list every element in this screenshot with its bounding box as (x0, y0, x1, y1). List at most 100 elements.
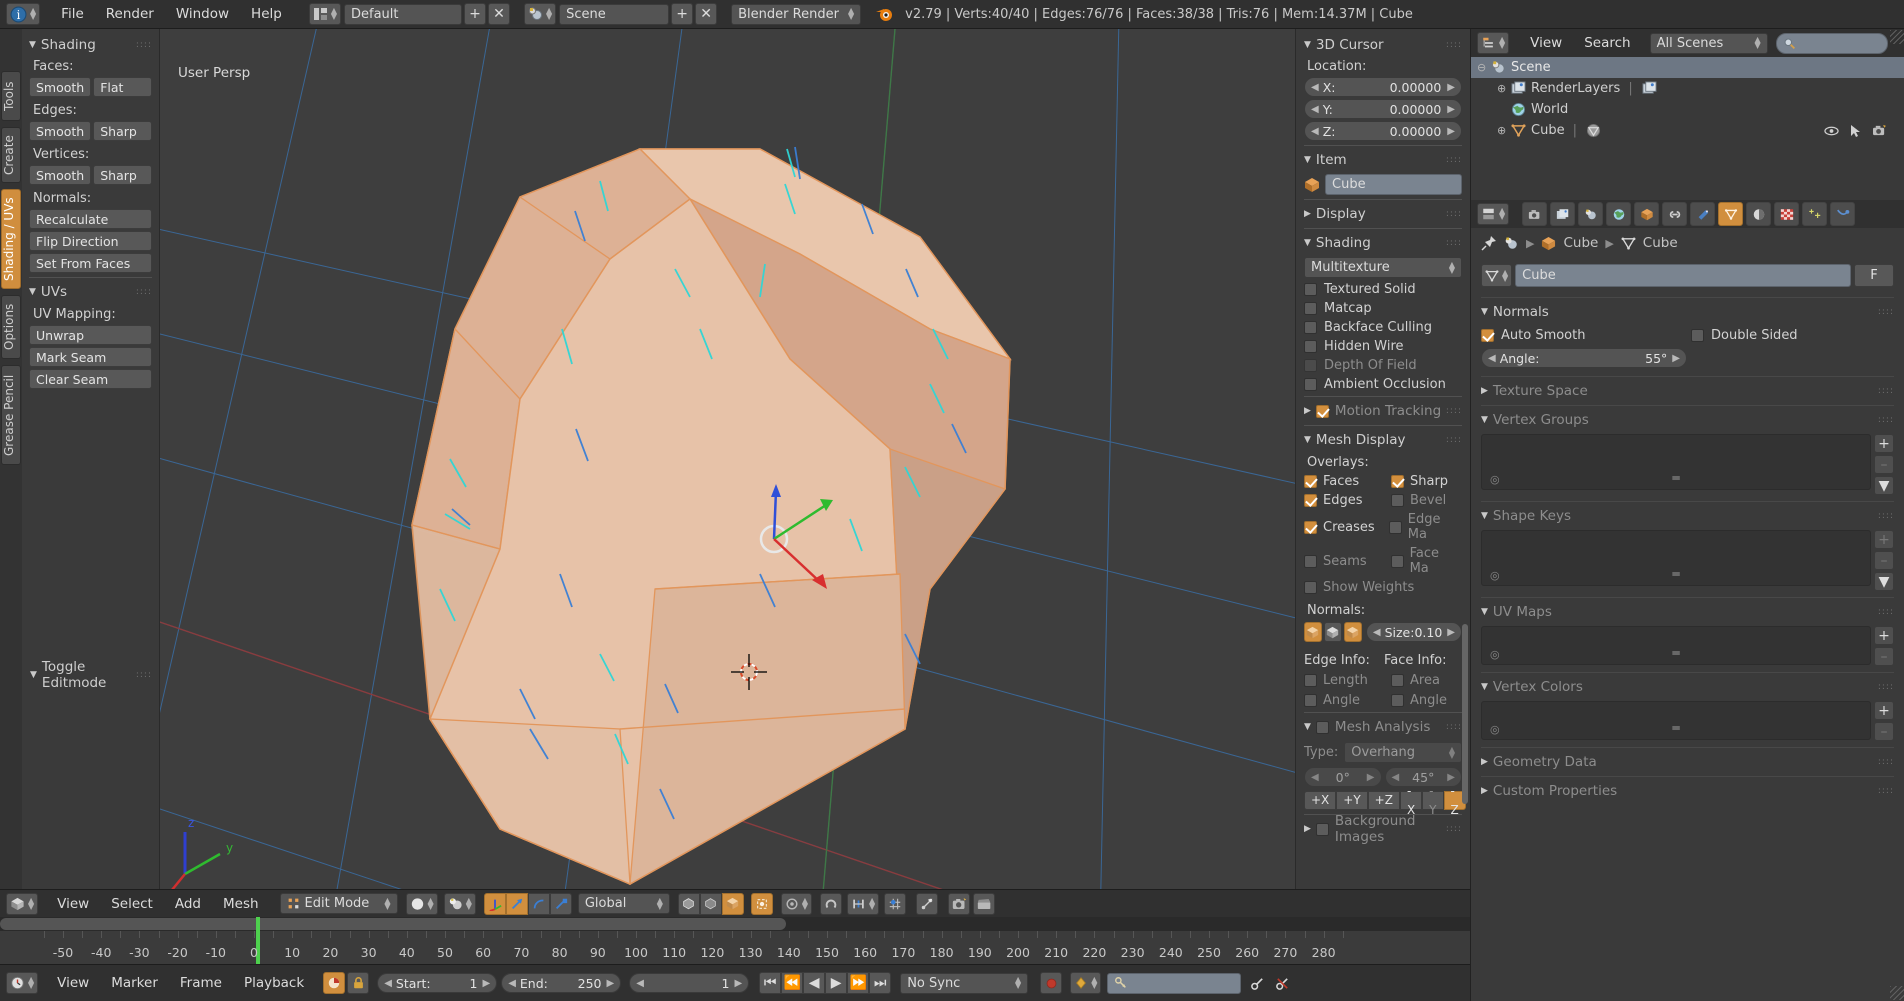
increment-arrow-icon[interactable]: ▶ (1447, 772, 1455, 783)
background-images-checkbox[interactable] (1315, 822, 1329, 836)
physics-tab[interactable] (1830, 202, 1856, 226)
active-keying-set-field[interactable] (1107, 972, 1242, 994)
auto-keyframe-toggle[interactable] (323, 972, 346, 994)
remove-vertex-color-button[interactable]: – (1874, 722, 1894, 741)
add-shape-key-button[interactable]: + (1874, 530, 1894, 549)
decrement-arrow-icon[interactable]: ◀ (1373, 627, 1381, 638)
clear-seam-button[interactable]: Clear Seam (29, 369, 152, 389)
scene-tab[interactable] (1578, 202, 1604, 226)
uvs-panel-header[interactable]: ▼ UVs :::: (29, 282, 152, 302)
ol-menu-view[interactable]: View (1519, 31, 1573, 55)
cursor-z-field[interactable]: ◀ Z: 0.00000 ▶ (1304, 121, 1462, 141)
recalculate-normals-button[interactable]: Recalculate (29, 209, 152, 229)
3d-cursor-header[interactable]: ▼ 3D Cursor :::: (1304, 35, 1462, 55)
ambient-occlusion-row[interactable]: Ambient Occlusion (1304, 377, 1462, 392)
outliner-search-input[interactable] (1775, 32, 1888, 54)
remove-shape-key-button[interactable]: – (1874, 551, 1894, 570)
shape-key-specials-button[interactable]: ▼ (1874, 572, 1894, 591)
3d-viewport[interactable]: z y x User Persp (1) Cube (0, 29, 1470, 889)
axis-plus-x-button[interactable]: +X (1304, 791, 1337, 810)
mesh-display-header[interactable]: ▼ Mesh Display :::: (1304, 430, 1462, 450)
vertex-group-specials-button[interactable]: ▼ (1874, 476, 1894, 495)
decrement-arrow-icon[interactable]: ◀ (384, 978, 392, 989)
normals-section-header[interactable]: ▼ Normals :::: (1481, 301, 1894, 323)
double-sided-checkbox[interactable] (1691, 329, 1704, 342)
outliner-row-cube[interactable]: ⊕ Cube | (1471, 120, 1904, 141)
background-images-header[interactable]: ▶ Background Images :::: (1304, 813, 1462, 845)
sync-mode-dropdown[interactable]: No Sync ▲ ▼ (900, 972, 1029, 994)
breadcrumb-mesh-name[interactable]: Cube (1643, 235, 1678, 251)
record-button[interactable] (1040, 972, 1063, 994)
decrement-arrow-icon[interactable]: ◀ (636, 978, 644, 989)
snap-magnet-toggle[interactable] (820, 892, 843, 915)
modifiers-tab[interactable] (1690, 202, 1716, 226)
vertices-smooth-button[interactable]: Smooth (29, 165, 92, 185)
add-vertex-group-button[interactable]: + (1874, 434, 1894, 453)
screen-layout-selector[interactable]: ▲ ▼ Default + ✕ (308, 3, 510, 25)
expand-expander-icon[interactable]: ⊕ (1497, 82, 1510, 95)
toolshelf-tab-shading-uvs[interactable]: Shading / UVs (1, 189, 21, 289)
material-tab[interactable] (1746, 202, 1772, 226)
end-frame-field[interactable]: ◀ End: 250 ▶ (501, 973, 622, 993)
motion-tracking-header[interactable]: ▶ Motion Tracking :::: (1304, 401, 1462, 421)
edges-sharp-button[interactable]: Sharp (93, 121, 152, 141)
mark-seam-button[interactable]: Mark Seam (29, 347, 152, 367)
edge-length-checkbox[interactable] (1304, 674, 1317, 687)
proportional-spin-icon[interactable]: ▲ ▼ (802, 896, 808, 910)
edge-marks-overlay-checkbox[interactable] (1388, 520, 1402, 534)
layout-spin-icon[interactable]: ▲ ▼ (331, 7, 337, 21)
add-scene-button[interactable]: + (671, 3, 694, 25)
keying-set-type-selector[interactable]: ▲ ▼ (1070, 972, 1102, 994)
manipulator-enable-toggle[interactable] (483, 892, 506, 915)
show-weights-row[interactable]: Show Weights (1304, 580, 1462, 595)
unwrap-button[interactable]: Unwrap (29, 325, 152, 345)
vp-menu-view[interactable]: View (46, 892, 100, 916)
menu-render[interactable]: Render (95, 2, 165, 26)
outliner-spin-icon[interactable]: ▲ ▼ (1499, 36, 1505, 50)
datablock-type-selector[interactable]: ▲ ▼ (1481, 264, 1513, 287)
max-angle-field[interactable]: ◀ 45° ▶ (1384, 767, 1462, 787)
menu-file[interactable]: File (50, 2, 95, 26)
delete-layout-button[interactable]: ✕ (487, 3, 510, 25)
translate-manipulator-toggle[interactable] (505, 892, 528, 915)
renderlayer-data-icon[interactable] (1641, 81, 1658, 96)
tl-menu-frame[interactable]: Frame (169, 971, 233, 995)
shading-spin-icon[interactable]: ▲ ▼ (428, 896, 434, 910)
toolshelf-tab-tools[interactable]: Tools (1, 71, 21, 121)
render-animation-button[interactable] (973, 892, 996, 915)
breadcrumb-object-name[interactable]: Cube (1563, 235, 1598, 251)
axis-plus-z-button[interactable]: +Z (1367, 791, 1400, 810)
timeline-ruler[interactable]: -50 -40 -30 -20 -10 0 10 20 30 40 50 60 70 80 90 100 110… (0, 917, 1470, 964)
menu-spin-icon[interactable]: ▲ ▼ (30, 7, 36, 21)
bevel-overlay-checkbox[interactable] (1391, 494, 1404, 507)
shading-panel-header[interactable]: ▼ Shading :::: (29, 35, 152, 55)
orientation-spin-icon[interactable]: ▲ ▼ (657, 896, 663, 910)
texture-space-section-header[interactable]: ▶ Texture Space :::: (1481, 380, 1894, 402)
list-add-dot-icon[interactable]: ◎ (1490, 648, 1500, 661)
face-normals-toggle[interactable] (1343, 622, 1362, 642)
next-keyframe-button[interactable]: ⏩ (847, 972, 870, 994)
axis-minus-x-button[interactable]: -X (1399, 784, 1423, 817)
lock-keyframe-toggle[interactable] (347, 972, 370, 994)
jump-to-start-button[interactable]: ⏮ (759, 972, 782, 994)
sync-spin-icon[interactable]: ▲ ▼ (1015, 976, 1021, 990)
textured-solid-row[interactable]: Textured Solid (1304, 282, 1462, 297)
decrement-arrow-icon[interactable]: ◀ (1311, 772, 1319, 783)
decrement-arrow-icon[interactable]: ◀ (508, 978, 516, 989)
motion-tracking-checkbox[interactable] (1315, 404, 1329, 418)
vertex-colors-list[interactable]: ◎ ═ (1481, 701, 1871, 740)
shading-npanel-header[interactable]: ▼ Shading :::: (1304, 233, 1462, 253)
backface-culling-row[interactable]: Backface Culling (1304, 320, 1462, 335)
remove-vertex-group-button[interactable]: – (1874, 455, 1894, 474)
constraints-tab[interactable] (1662, 202, 1688, 226)
display-mode-spin-icon[interactable]: ▲ ▼ (1754, 36, 1760, 50)
faces-overlay-checkbox[interactable] (1304, 475, 1317, 488)
shape-keys-list[interactable]: ◎ ═ (1481, 530, 1871, 586)
timeline-editor-type-selector[interactable]: ▲ ▼ (6, 972, 39, 994)
axis-plus-y-button[interactable]: +Y (1336, 791, 1368, 810)
scene-spin-icon[interactable]: ▲ ▼ (546, 7, 552, 21)
timeline-horizontal-scrollbar[interactable] (0, 918, 786, 930)
toolshelf-tab-create[interactable]: Create (1, 127, 21, 183)
outliner-row-renderlayers[interactable]: ⊕ RenderLayers | (1471, 78, 1904, 99)
keying-spin-icon[interactable]: ▲ ▼ (1091, 976, 1097, 990)
